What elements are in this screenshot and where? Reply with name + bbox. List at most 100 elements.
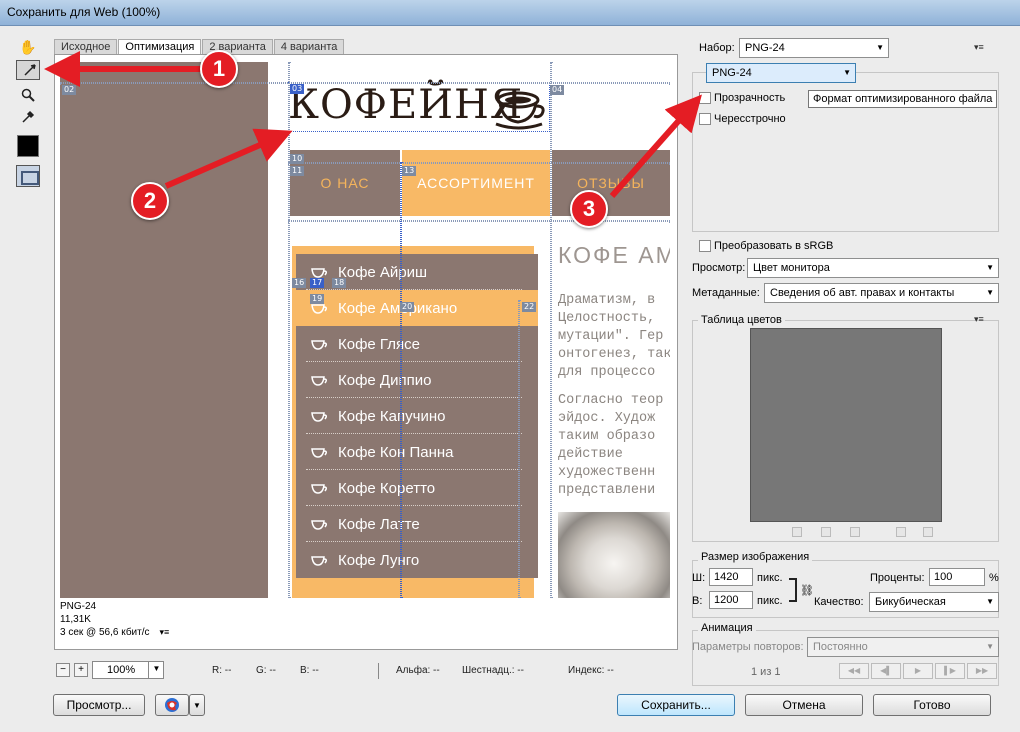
- done-button[interactable]: Готово: [873, 694, 991, 716]
- loop-select[interactable]: Постоянно ▼: [807, 637, 999, 657]
- format-value: PNG-24: [712, 67, 752, 79]
- menu-icon[interactable]: ▾≡: [160, 627, 170, 637]
- preview-button[interactable]: Просмотр...: [53, 694, 145, 716]
- next-frame-icon[interactable]: ▌▶: [935, 663, 965, 679]
- metadata-select[interactable]: Сведения об авт. правах и контакты ▼: [764, 283, 999, 303]
- height-label: В:: [692, 595, 703, 607]
- transparency-checkbox[interactable]: [699, 92, 711, 104]
- preset-select[interactable]: PNG-24 ▼: [739, 38, 889, 58]
- interlaced-checkbox[interactable]: [699, 113, 711, 125]
- readout-index: Индекс: --: [568, 665, 614, 676]
- chevron-down-icon: ▼: [986, 597, 994, 606]
- eyedropper-tool-icon[interactable]: [16, 106, 40, 128]
- zoom-out-button[interactable]: −: [56, 663, 70, 677]
- new-color-icon[interactable]: [896, 527, 906, 537]
- menu-item-label: Кофе Латте: [338, 515, 420, 533]
- readout-hex: Шестнадц.: --: [462, 665, 524, 676]
- eyedropper-color-swatch[interactable]: [17, 135, 39, 157]
- trash-icon[interactable]: [923, 527, 933, 537]
- readout-r: R: --: [212, 665, 232, 676]
- slice-guide: [288, 162, 670, 164]
- slice-number[interactable]: 18: [332, 278, 347, 288]
- callout-badge-2: 2: [131, 182, 169, 220]
- height-input[interactable]: 1200: [709, 591, 753, 609]
- prev-frame-icon[interactable]: ◀▌: [871, 663, 901, 679]
- preview-canvas[interactable]: КОФЕЙНЯ О НАС АССОРТИМЕНТ ОТЗЫВЫ Кофе Ай…: [60, 62, 670, 598]
- preset-label: Набор:: [699, 42, 735, 54]
- slice-number[interactable]: 16: [292, 278, 307, 288]
- slice-number[interactable]: 10: [290, 154, 305, 164]
- quality-select[interactable]: Бикубическая ▼: [869, 592, 999, 612]
- slice-number[interactable]: 19: [310, 294, 325, 304]
- image-size-label: Размер изображения: [698, 551, 813, 563]
- width-input[interactable]: 1420: [709, 568, 753, 586]
- list-item[interactable]: Кофе Капучино: [296, 398, 538, 434]
- chevron-down-icon: ▼: [876, 43, 884, 52]
- slice-number[interactable]: 13: [402, 166, 417, 176]
- menu-item-label: Кофе Капучино: [338, 407, 446, 425]
- list-item[interactable]: Кофе Глясе: [296, 326, 538, 362]
- content-heading: КОФЕ АМ: [558, 242, 670, 268]
- view-tabs: Исходное Оптимизация 2 варианта 4 вариан…: [54, 39, 345, 55]
- tab-optimized[interactable]: Оптимизация: [118, 39, 202, 55]
- slice-guide: [550, 62, 552, 598]
- lock-icon[interactable]: [850, 527, 860, 537]
- color-table-label: Таблица цветов: [698, 314, 785, 326]
- list-item[interactable]: Кофе Латте: [296, 506, 538, 542]
- cancel-button[interactable]: Отмена: [745, 694, 863, 716]
- chevron-down-icon: ▼: [986, 263, 994, 272]
- status-size: 11,31K: [60, 614, 91, 625]
- width-unit: пикс.: [757, 572, 783, 584]
- slice-visibility-toggle-icon[interactable]: [16, 165, 40, 187]
- slice-number[interactable]: 03: [290, 84, 305, 94]
- save-button[interactable]: Сохранить...: [617, 694, 735, 716]
- list-item[interactable]: Кофе Лунго: [296, 542, 538, 578]
- color-table[interactable]: [750, 328, 942, 522]
- nav-about[interactable]: О НАС: [290, 150, 400, 216]
- convert-srgb-checkbox[interactable]: [699, 240, 711, 252]
- hand-tool-icon[interactable]: ✋: [16, 36, 40, 58]
- slice-number[interactable]: 17: [310, 278, 325, 288]
- slice-guide: [288, 220, 670, 222]
- play-icon[interactable]: ▶: [903, 663, 933, 679]
- tooltip: Формат оптимизированного файла: [808, 90, 998, 108]
- slice-number[interactable]: 22: [522, 302, 537, 312]
- slice-select-tool-icon[interactable]: [16, 60, 40, 80]
- color-table-menu-icon[interactable]: ▾≡: [974, 314, 984, 325]
- text-line: представлени: [558, 483, 656, 498]
- list-item[interactable]: Кофе Диппио: [296, 362, 538, 398]
- coffee-menu-list: Кофе Айриш Кофе Американо Кофе Глясе Коф…: [296, 254, 538, 598]
- tab-original[interactable]: Исходное: [54, 39, 118, 55]
- zoom-in-button[interactable]: +: [74, 663, 88, 677]
- chevron-down-icon[interactable]: ▼: [189, 694, 205, 716]
- first-frame-icon[interactable]: ◀◀: [839, 663, 869, 679]
- nav-assortment[interactable]: АССОРТИМЕНТ: [402, 150, 550, 216]
- text-line: Согласно теор: [558, 393, 664, 408]
- slice-number[interactable]: 02: [62, 85, 77, 95]
- preview-select[interactable]: Цвет монитора ▼: [747, 258, 999, 278]
- chain-link-icon[interactable]: ⛓: [800, 584, 814, 597]
- panel-menu-icon[interactable]: ▾≡: [974, 42, 984, 53]
- slice-number[interactable]: 20: [400, 302, 415, 312]
- list-item[interactable]: Кофе Американо: [296, 290, 538, 326]
- menu-item-label: Кофе Глясе: [338, 335, 420, 353]
- text-line: художественн: [558, 465, 656, 480]
- slice-outline[interactable]: [288, 82, 550, 132]
- web-shift-icon[interactable]: [821, 527, 831, 537]
- last-frame-icon[interactable]: ▶▶: [967, 663, 997, 679]
- map-color-icon[interactable]: [792, 527, 802, 537]
- list-item[interactable]: Кофе Кон Панна: [296, 434, 538, 470]
- text-line: эйдос. Худож: [558, 411, 656, 426]
- menu-item-label: Кофе Коретто: [338, 479, 436, 497]
- percent-input[interactable]: 100: [929, 568, 985, 586]
- file-format-select[interactable]: PNG-24 ▼: [706, 63, 856, 83]
- list-item[interactable]: Кофе Коретто: [296, 470, 538, 506]
- browser-globe-icon: [165, 698, 179, 712]
- chevron-down-icon[interactable]: ▼: [148, 661, 164, 679]
- text-line: для процессо: [558, 365, 656, 380]
- tab-4-up[interactable]: 4 варианта: [273, 39, 345, 55]
- slice-number[interactable]: 11: [290, 166, 305, 176]
- browser-select-button[interactable]: [155, 694, 189, 716]
- slice-number[interactable]: 04: [550, 85, 565, 95]
- zoom-tool-icon[interactable]: [16, 84, 40, 106]
